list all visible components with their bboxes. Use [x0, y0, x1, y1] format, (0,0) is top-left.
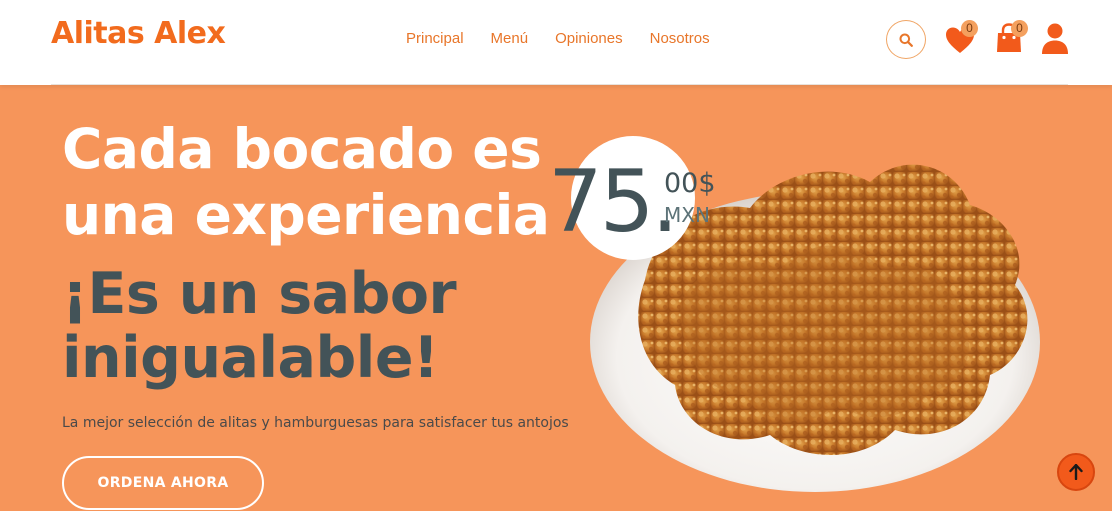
wishlist-count-badge: 0 — [961, 20, 978, 37]
hero-title: Cada bocado es una experiencia — [62, 116, 550, 248]
account-button[interactable] — [1041, 20, 1075, 56]
price-currency: MXN — [664, 203, 710, 227]
arrow-up-icon — [1069, 464, 1083, 480]
hero-title-line-2: una experiencia — [62, 183, 550, 247]
nav-item-principal[interactable]: Principal — [406, 30, 464, 47]
nav-item-opiniones[interactable]: Opiniones — [555, 30, 623, 47]
header-divider — [51, 84, 1068, 85]
order-now-button[interactable]: ORDENA AHORA — [62, 456, 264, 510]
cart-count-badge: 0 — [1011, 20, 1028, 37]
scroll-to-top-button[interactable] — [1057, 453, 1095, 491]
price-value: 75. — [548, 152, 679, 252]
hero-subtitle-line-2: inigualable! — [62, 325, 439, 391]
cart-button[interactable]: 0 — [994, 20, 1028, 56]
hero-subtitle: ¡Es un sabor inigualable! — [62, 261, 457, 391]
hero-description: La mejor selección de alitas y hamburgue… — [62, 415, 569, 431]
nav-item-nosotros[interactable]: Nosotros — [650, 30, 710, 47]
nav-item-menu[interactable]: Menú — [491, 30, 529, 47]
search-icon — [899, 33, 913, 47]
main-nav: Principal Menú Opiniones Nosotros — [406, 30, 710, 47]
brand-logo[interactable]: Alitas Alex — [51, 16, 226, 51]
price-cents: 00$ — [664, 168, 716, 199]
hero-title-line-1: Cada bocado es — [62, 117, 542, 181]
wishlist-button[interactable]: 0 — [944, 20, 978, 56]
search-button[interactable] — [886, 20, 926, 59]
site-header: Alitas Alex Principal Menú Opiniones Nos… — [0, 0, 1112, 85]
user-icon — [1042, 23, 1068, 54]
hero-subtitle-line-1: ¡Es un sabor — [62, 261, 457, 327]
